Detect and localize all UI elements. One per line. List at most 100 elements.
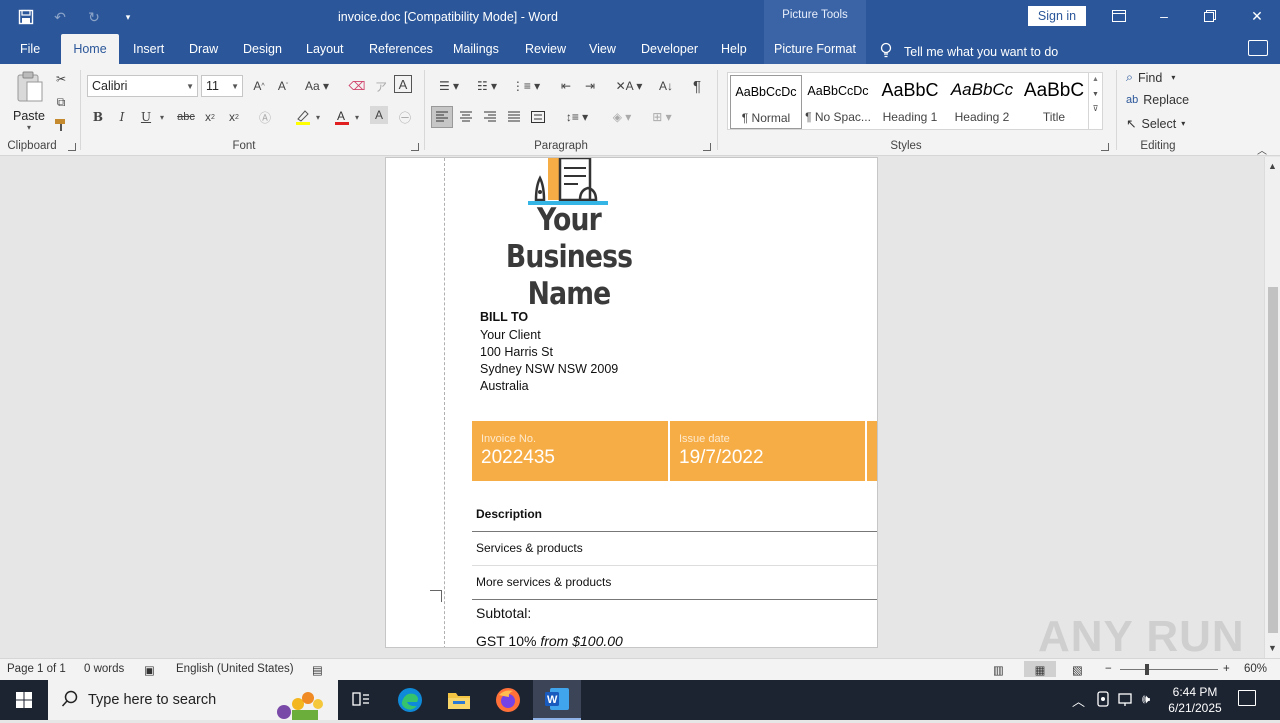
tab-design[interactable]: Design <box>243 34 282 64</box>
numbering-icon[interactable]: ☷ ▾ <box>470 75 504 97</box>
enclose-characters-icon[interactable]: ㊀ <box>394 106 416 128</box>
subscript-icon[interactable]: x2 <box>199 106 221 128</box>
tab-draw[interactable]: Draw <box>189 34 218 64</box>
font-size-combo[interactable]: 11 ▼ <box>201 75 243 97</box>
edge-browser-icon[interactable] <box>386 680 434 720</box>
tab-help[interactable]: Help <box>721 34 747 64</box>
style-normal[interactable]: AaBbCcDc ¶ Normal <box>730 75 802 129</box>
align-right-icon[interactable] <box>479 106 501 128</box>
undo-icon[interactable]: ↶ <box>48 6 72 28</box>
tab-insert[interactable]: Insert <box>133 34 164 64</box>
tab-references[interactable]: References <box>369 34 433 64</box>
copy-icon[interactable]: ⧉ <box>50 91 72 113</box>
zoom-level[interactable]: 60% <box>1244 663 1267 675</box>
bold-button[interactable]: B <box>87 106 109 128</box>
windows-start-icon[interactable] <box>0 680 48 720</box>
paste-button[interactable]: Paste ▾ <box>12 70 46 136</box>
strikethrough-button[interactable]: abc <box>175 106 197 128</box>
multilevel-list-icon[interactable]: ⋮≡ ▾ <box>508 75 544 97</box>
page-count[interactable]: Page 1 of 1 <box>7 663 66 675</box>
grow-font-icon[interactable]: A ^ <box>248 75 270 97</box>
tab-developer[interactable]: Developer <box>641 34 698 64</box>
decrease-indent-icon[interactable]: ⇤ <box>555 75 577 97</box>
format-painter-icon[interactable] <box>50 114 72 136</box>
font-dialog-launcher[interactable] <box>411 143 419 151</box>
style-no-spacing[interactable]: AaBbCcDc ¶ No Spac... <box>802 75 874 129</box>
firefox-icon[interactable] <box>484 680 532 720</box>
notifications-icon[interactable] <box>1238 690 1256 706</box>
justify-icon[interactable] <box>503 106 525 128</box>
align-center-icon[interactable] <box>455 106 477 128</box>
font-color-dropdown-icon[interactable]: ▾ <box>355 113 359 122</box>
device-icon[interactable] <box>1096 691 1110 710</box>
underline-button[interactable]: U <box>135 106 157 128</box>
taskbar-clock[interactable]: 6:44 PM 6/21/2025 <box>1160 684 1230 716</box>
macro-record-icon[interactable]: ▤ <box>312 663 323 677</box>
sort-icon[interactable]: A↓ <box>655 75 677 97</box>
tab-layout[interactable]: Layout <box>306 34 344 64</box>
character-border-icon[interactable]: A <box>394 75 412 93</box>
highlight-color-icon[interactable] <box>292 106 314 128</box>
scroll-up-icon[interactable]: ▲ <box>1268 161 1277 171</box>
zoom-in-icon[interactable]: + <box>1223 663 1230 675</box>
cut-icon[interactable]: ✂ <box>50 68 72 90</box>
chevron-up-icon[interactable]: ▲ <box>1089 76 1102 83</box>
asian-layout-icon[interactable]: ✕A ▾ <box>612 75 646 97</box>
tab-review[interactable]: Review <box>525 34 566 64</box>
superscript-icon[interactable]: x2 <box>223 106 245 128</box>
shrink-font-icon[interactable]: Aˇ <box>272 75 294 97</box>
ribbon-display-options-icon[interactable] <box>1105 6 1133 26</box>
sign-in-button[interactable]: Sign in <box>1028 6 1086 26</box>
text-effects-icon[interactable]: Ⓐ <box>254 106 276 128</box>
comments-icon[interactable] <box>1248 40 1268 56</box>
bullets-icon[interactable]: ☰ ▾ <box>432 75 466 97</box>
document-page[interactable]: Your Business Name BILL TO Your Client 1… <box>385 157 878 648</box>
vertical-scrollbar[interactable]: ▲ ▼ <box>1264 157 1280 658</box>
file-explorer-icon[interactable] <box>435 680 483 720</box>
styles-gallery-scroll[interactable]: ▲ ▼ ⊽ <box>1088 73 1102 129</box>
web-layout-icon[interactable]: ▧ <box>1072 663 1083 677</box>
taskbar-search-input[interactable]: Type here to search <box>48 680 338 720</box>
proofing-icon[interactable]: ▣ <box>144 663 155 677</box>
more-styles-icon[interactable]: ⊽ <box>1089 104 1102 113</box>
minimize-icon[interactable]: – <box>1150 6 1178 26</box>
italic-button[interactable]: I <box>111 106 133 128</box>
tab-file[interactable]: File <box>20 34 40 64</box>
word-count[interactable]: 0 words <box>84 663 124 675</box>
chevron-down-icon[interactable]: ▼ <box>1089 91 1102 98</box>
tab-home[interactable]: Home <box>61 34 119 64</box>
character-shading-icon[interactable]: A <box>370 106 388 124</box>
network-icon[interactable] <box>1118 691 1136 710</box>
redo-icon[interactable]: ↻ <box>82 6 106 28</box>
increase-indent-icon[interactable]: ⇥ <box>579 75 601 97</box>
tab-picture-format[interactable]: Picture Format <box>764 34 866 64</box>
clipboard-dialog-launcher[interactable] <box>68 143 76 151</box>
distributed-icon[interactable] <box>527 106 549 128</box>
font-name-combo[interactable]: Calibri ▼ <box>87 75 198 97</box>
collapse-ribbon-icon[interactable]: ︿ <box>1257 142 1267 157</box>
underline-dropdown-icon[interactable]: ▾ <box>160 113 164 122</box>
tab-mailings[interactable]: Mailings <box>453 34 499 64</box>
customize-qat-icon[interactable]: ▾ <box>116 6 140 28</box>
task-view-icon[interactable] <box>337 680 385 720</box>
phonetic-guide-icon[interactable]: ア <box>370 75 392 97</box>
word-taskbar-icon[interactable]: W <box>533 680 581 720</box>
select-button[interactable]: ↖ Select ▾ <box>1126 116 1185 132</box>
document-canvas[interactable]: Your Business Name BILL TO Your Client 1… <box>0 157 1264 658</box>
zoom-slider-thumb[interactable] <box>1145 664 1149 675</box>
restore-icon[interactable] <box>1196 6 1224 26</box>
zoom-slider[interactable] <box>1120 669 1218 670</box>
scroll-down-icon[interactable]: ▼ <box>1268 643 1277 653</box>
paragraph-dialog-launcher[interactable] <box>703 143 711 151</box>
clear-formatting-icon[interactable]: ⌫ <box>346 75 368 97</box>
language-status[interactable]: English (United States) <box>176 663 294 675</box>
change-case-icon[interactable]: Aa ▾ <box>302 75 332 97</box>
scroll-thumb[interactable] <box>1268 287 1278 633</box>
highlight-dropdown-icon[interactable]: ▾ <box>316 113 320 122</box>
font-color-icon[interactable]: A <box>331 106 353 128</box>
close-icon[interactable]: ✕ <box>1243 6 1271 26</box>
show-formatting-marks-icon[interactable]: ¶ <box>686 75 708 97</box>
line-spacing-icon[interactable]: ↕≡ ▾ <box>560 106 594 128</box>
style-heading-1[interactable]: AaBbC Heading 1 <box>874 75 946 129</box>
save-icon[interactable] <box>14 6 38 28</box>
